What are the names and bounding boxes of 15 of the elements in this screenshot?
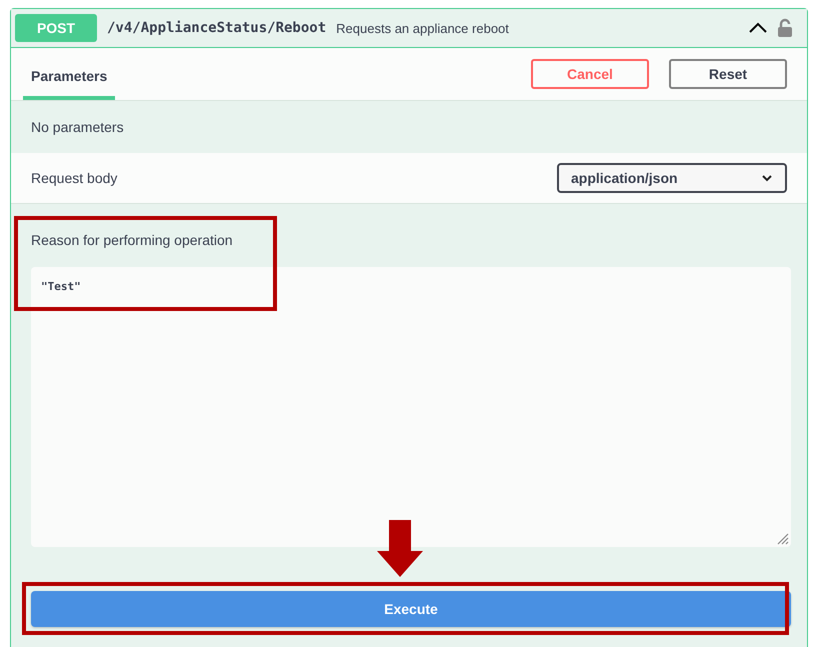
resize-handle-icon[interactable] xyxy=(777,533,789,545)
parameter-description: Reason for performing operation xyxy=(31,232,234,248)
method-badge: POST xyxy=(15,14,97,42)
collapse-icon[interactable] xyxy=(749,22,767,34)
endpoint-summary: Requests an appliance reboot xyxy=(336,20,510,36)
no-parameters-text: No parameters xyxy=(31,119,125,135)
reset-button[interactable]: Reset xyxy=(669,59,787,89)
endpoint-path: /v4/ApplianceStatus/Reboot xyxy=(107,20,326,36)
padlock-icon[interactable] xyxy=(777,18,793,38)
content-type-select[interactable]: application/json xyxy=(557,163,787,193)
operation-header[interactable]: POST /v4/ApplianceStatus/Reboot Requests an appliance reboot xyxy=(11,9,807,48)
down-arrow-icon xyxy=(377,520,423,577)
request-body-label: Request body xyxy=(31,170,118,186)
request-body-field[interactable]: "Test" xyxy=(31,267,791,547)
chevron-down-icon xyxy=(761,174,773,182)
